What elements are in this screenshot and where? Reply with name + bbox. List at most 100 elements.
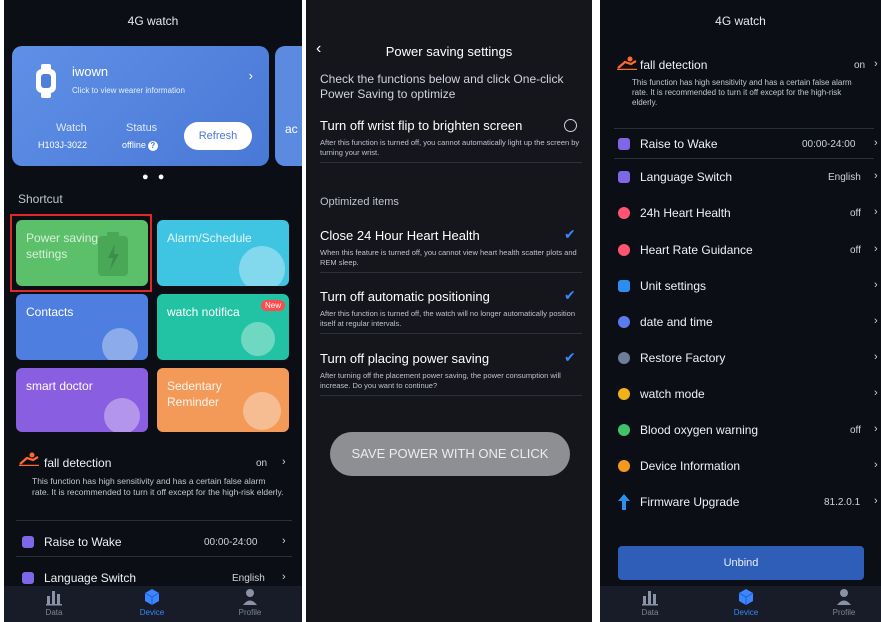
doctor-icon: [104, 398, 140, 432]
save-power-button[interactable]: SAVE POWER WITH ONE CLICK: [330, 432, 570, 476]
chevron-right-icon[interactable]: ›: [282, 456, 286, 468]
wrist-flip-radio[interactable]: [564, 119, 577, 132]
chevron-right-icon[interactable]: ›: [249, 68, 253, 83]
device-screen: 4G watch iwown Click to view wearer info…: [4, 0, 302, 622]
wrist-flip-desc: After this function is turned off, you c…: [320, 138, 580, 157]
section-heading: Optimized items: [320, 196, 399, 208]
new-badge: New: [260, 300, 285, 311]
device-settings-screen: 4G watch fall detection on › This functi…: [600, 0, 881, 622]
placing-saving-desc: After turning off the placement power sa…: [320, 371, 561, 390]
cube-icon: [144, 589, 160, 605]
watch-mode-icon: [618, 388, 630, 400]
shortcut-heading: Shortcut: [18, 192, 63, 206]
person-icon: [837, 589, 851, 605]
chevron-right-icon[interactable]: ›: [874, 58, 878, 70]
chevron-right-icon[interactable]: ›: [874, 243, 878, 255]
chevron-right-icon[interactable]: ›: [874, 137, 878, 149]
watch-icon: [241, 322, 275, 356]
chevron-right-icon[interactable]: ›: [282, 571, 286, 583]
status-label: Status: [126, 122, 158, 134]
tab-label: Profile: [832, 608, 856, 617]
tab-device[interactable]: Device: [122, 588, 182, 617]
checkmark-icon[interactable]: ✔: [564, 226, 576, 243]
refresh-button[interactable]: Refresh: [184, 122, 252, 150]
raise-to-wake-icon: [22, 536, 34, 548]
chevron-right-icon[interactable]: ›: [874, 387, 878, 399]
device-card[interactable]: iwown Click to view wearer information ›…: [12, 46, 269, 166]
tile-label: Sedentary Reminder: [167, 379, 222, 409]
cube-icon: [738, 589, 754, 605]
clock-icon: [239, 246, 285, 286]
watch-mode-title: watch mode: [640, 387, 705, 401]
chevron-right-icon[interactable]: ›: [282, 535, 286, 547]
raise-to-wake-icon: [618, 138, 630, 150]
chevron-right-icon[interactable]: ›: [874, 423, 878, 435]
checkmark-icon[interactable]: ✔: [564, 287, 576, 304]
language-switch-title: Language Switch: [640, 170, 733, 184]
heart-icon: [618, 207, 630, 219]
restore-factory-title: Restore Factory: [640, 351, 726, 365]
firmware-version: 81.2.0.1: [824, 497, 861, 508]
tile-watch-notifications[interactable]: watch notifica New: [157, 294, 289, 360]
blood-oxygen-value: off: [850, 425, 861, 436]
chevron-right-icon[interactable]: ›: [874, 495, 878, 507]
chevron-right-icon[interactable]: ›: [874, 459, 878, 471]
tab-profile[interactable]: Profile: [814, 588, 874, 617]
device-subtitle: Click to view wearer information: [72, 86, 185, 95]
tab-label: Profile: [238, 608, 262, 617]
tab-bar: Data Device Profile: [4, 586, 302, 622]
fall-detection-value: on: [854, 60, 866, 71]
tab-data[interactable]: Data: [620, 588, 680, 617]
language-icon: [22, 572, 34, 584]
date-time-title: date and time: [640, 315, 713, 329]
divider: [320, 162, 582, 163]
divider: [16, 520, 292, 521]
chevron-right-icon[interactable]: ›: [874, 170, 878, 182]
watch-label: Watch: [56, 122, 87, 134]
positioning-title: Turn off automatic positioning: [320, 289, 490, 304]
intro-text: Check the functions below and click One-…: [320, 72, 564, 101]
raise-to-wake-value: 00:00-24:00: [802, 139, 856, 150]
chevron-right-icon[interactable]: ›: [874, 279, 878, 291]
selection-highlight: [10, 214, 152, 292]
divider: [320, 395, 582, 396]
raise-to-wake-title: Raise to Wake: [44, 535, 122, 549]
restore-icon: [618, 352, 630, 364]
status-value-wrap: offline?: [122, 140, 158, 151]
tab-profile[interactable]: Profile: [220, 588, 280, 617]
device-name: iwown: [72, 64, 109, 79]
heart-health-title: Close 24 Hour Heart Health: [320, 228, 480, 243]
fall-detection-desc: This function has high sensitivity and h…: [632, 78, 852, 107]
tile-contacts[interactable]: Contacts: [16, 294, 148, 360]
next-device-card[interactable]: ac: [275, 46, 302, 166]
chevron-right-icon[interactable]: ›: [874, 206, 878, 218]
power-saving-screen: ‹ Power saving settings Check the functi…: [306, 0, 592, 622]
unbind-button[interactable]: Unbind: [618, 546, 864, 580]
help-icon[interactable]: ?: [147, 141, 158, 151]
upgrade-arrow-icon: [618, 494, 630, 510]
tab-bar: Data Device Profile: [600, 586, 881, 622]
heart-rate-icon: [618, 244, 630, 256]
divider: [614, 128, 874, 129]
heart-rate-guidance-value: off: [850, 245, 861, 256]
heart-health-title: 24h Heart Health: [640, 206, 731, 220]
chevron-right-icon[interactable]: ›: [874, 315, 878, 327]
fall-detection-title: fall detection: [640, 58, 708, 72]
status-value: offline: [122, 140, 146, 150]
tab-device[interactable]: Device: [716, 588, 776, 617]
tile-smart-doctor[interactable]: smart doctor: [16, 368, 148, 432]
next-card-text: ac: [285, 122, 298, 136]
tile-alarm-schedule[interactable]: Alarm/Schedule: [157, 220, 289, 286]
chevron-right-icon[interactable]: ›: [874, 351, 878, 363]
tile-sedentary-reminder[interactable]: Sedentary Reminder: [157, 368, 289, 432]
tab-data[interactable]: Data: [24, 588, 84, 617]
blood-oxygen-icon: [618, 424, 630, 436]
divider: [320, 272, 582, 273]
firmware-upgrade-title: Firmware Upgrade: [640, 495, 740, 509]
page-title: 4G watch: [127, 14, 179, 28]
seated-person-icon: [243, 392, 281, 430]
blood-oxygen-title: Blood oxygen warning: [640, 423, 759, 437]
checkmark-icon[interactable]: ✔: [564, 349, 576, 366]
positioning-desc: After this function is turned off, the w…: [320, 309, 575, 328]
tab-label: Device: [139, 608, 165, 617]
